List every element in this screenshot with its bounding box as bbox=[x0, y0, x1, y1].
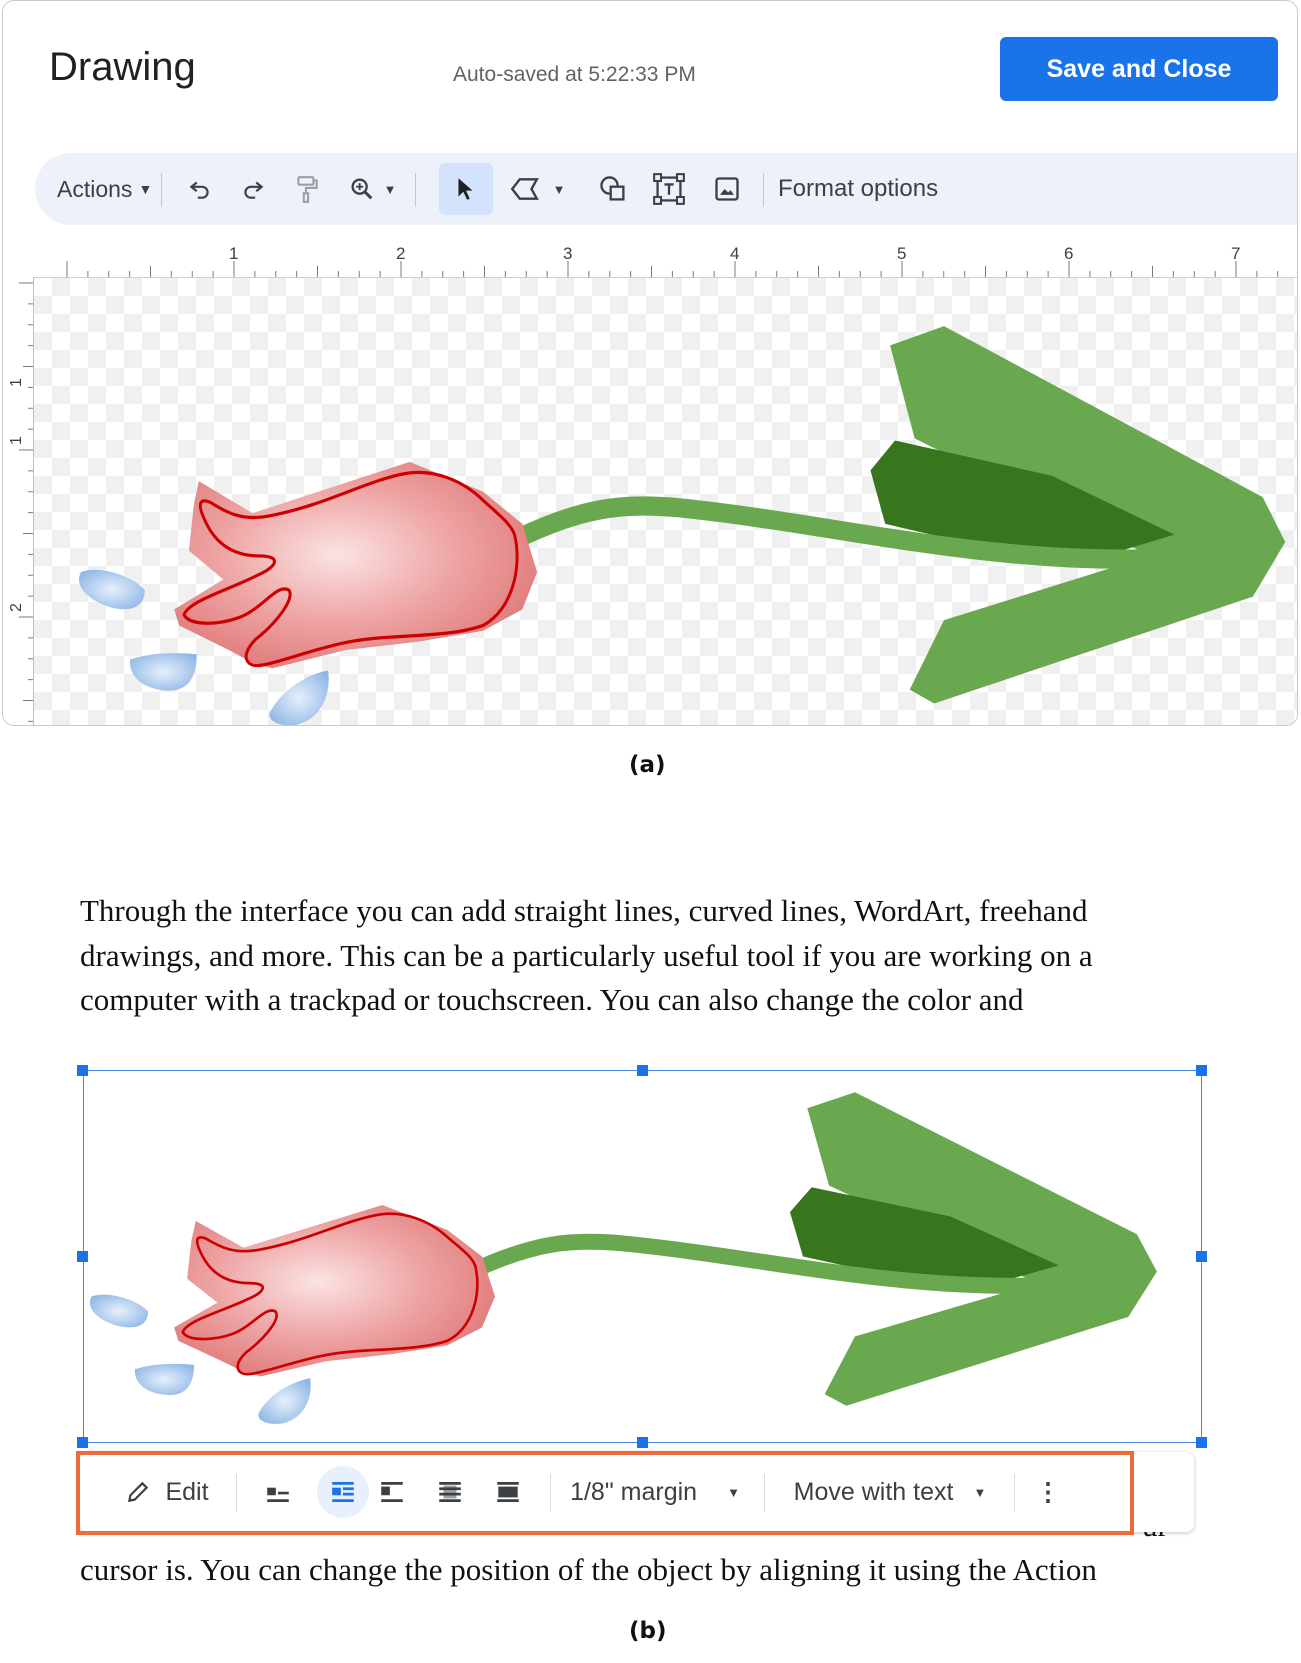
ruler-label: 3 bbox=[563, 244, 572, 263]
ruler-label: 6 bbox=[1064, 244, 1073, 263]
ruler-label: 5 bbox=[897, 244, 906, 263]
select-tool-button[interactable] bbox=[439, 163, 493, 215]
toolbar-highlight-box bbox=[76, 1451, 1134, 1535]
document-text-line: computer with a trackpad or touchscreen.… bbox=[80, 982, 1024, 1017]
select-icon bbox=[458, 178, 473, 200]
zoom-icon bbox=[351, 178, 372, 200]
resize-handle[interactable] bbox=[77, 1251, 88, 1262]
resize-handle[interactable] bbox=[1196, 1251, 1207, 1262]
resize-handle[interactable] bbox=[1196, 1065, 1207, 1076]
ruler-label: 2 bbox=[396, 244, 405, 263]
toolbar-divider bbox=[763, 173, 764, 207]
shape-icon[interactable] bbox=[591, 153, 635, 225]
line-tool-menu[interactable]: ▼ bbox=[501, 153, 573, 225]
vertical-ruler: 1 1 2 bbox=[3, 277, 34, 725]
document-text-line: cursor is. You can change the position o… bbox=[80, 1552, 1097, 1587]
undo-icon[interactable] bbox=[180, 153, 220, 225]
toolbar-divider bbox=[415, 173, 416, 207]
line-icon bbox=[510, 178, 539, 200]
zoom-menu[interactable]: ▼ bbox=[339, 153, 405, 225]
ruler-label: 1 bbox=[8, 378, 25, 387]
drawing-canvas[interactable] bbox=[34, 278, 1298, 726]
selection-box bbox=[83, 1070, 1202, 1443]
document-text-line: Through the interface you can add straig… bbox=[80, 893, 1088, 928]
autosave-status: Auto-saved at 5:22:33 PM bbox=[453, 63, 696, 86]
resize-handle[interactable] bbox=[77, 1065, 88, 1076]
resize-handle[interactable] bbox=[637, 1065, 648, 1076]
paint-format-icon[interactable] bbox=[287, 153, 327, 225]
ruler-label: 7 bbox=[1231, 244, 1240, 263]
tulip-drawing bbox=[34, 278, 1298, 726]
text-box-icon[interactable] bbox=[647, 153, 691, 225]
redo-icon[interactable] bbox=[233, 153, 273, 225]
resize-handle[interactable] bbox=[1196, 1437, 1207, 1448]
caret-down-icon: ▼ bbox=[552, 181, 566, 197]
drawing-dialog: Drawing Auto-saved at 5:22:33 PM Save an… bbox=[2, 0, 1298, 726]
actions-menu-button[interactable]: Actions ▼ bbox=[57, 153, 152, 225]
horizontal-ruler: 1 2 3 4 5 6 7 bbox=[33, 241, 1297, 278]
resize-handle[interactable] bbox=[637, 1437, 648, 1448]
save-and-close-button[interactable]: Save and Close bbox=[1000, 37, 1278, 101]
image-icon[interactable] bbox=[705, 153, 749, 225]
drawing-toolbar: Actions ▼ ▼ ▼ Format options bbox=[35, 153, 1297, 225]
caption-b: (b) bbox=[629, 1618, 667, 1644]
ruler-label: 4 bbox=[730, 244, 739, 263]
toolbar-divider bbox=[161, 173, 162, 207]
format-options-button[interactable]: Format options bbox=[778, 153, 938, 225]
resize-handle[interactable] bbox=[77, 1437, 88, 1448]
actions-label: Actions bbox=[57, 175, 133, 202]
caret-down-icon: ▼ bbox=[138, 181, 153, 197]
ruler-label: 1 bbox=[229, 244, 238, 263]
document-text-line: drawings, and more. This can be a partic… bbox=[80, 938, 1093, 973]
caption-a: (a) bbox=[629, 752, 666, 778]
ruler-label: 1 bbox=[8, 436, 25, 445]
dialog-title: Drawing bbox=[49, 45, 196, 89]
ruler-label: 2 bbox=[8, 603, 25, 612]
caret-down-icon: ▼ bbox=[383, 181, 397, 197]
